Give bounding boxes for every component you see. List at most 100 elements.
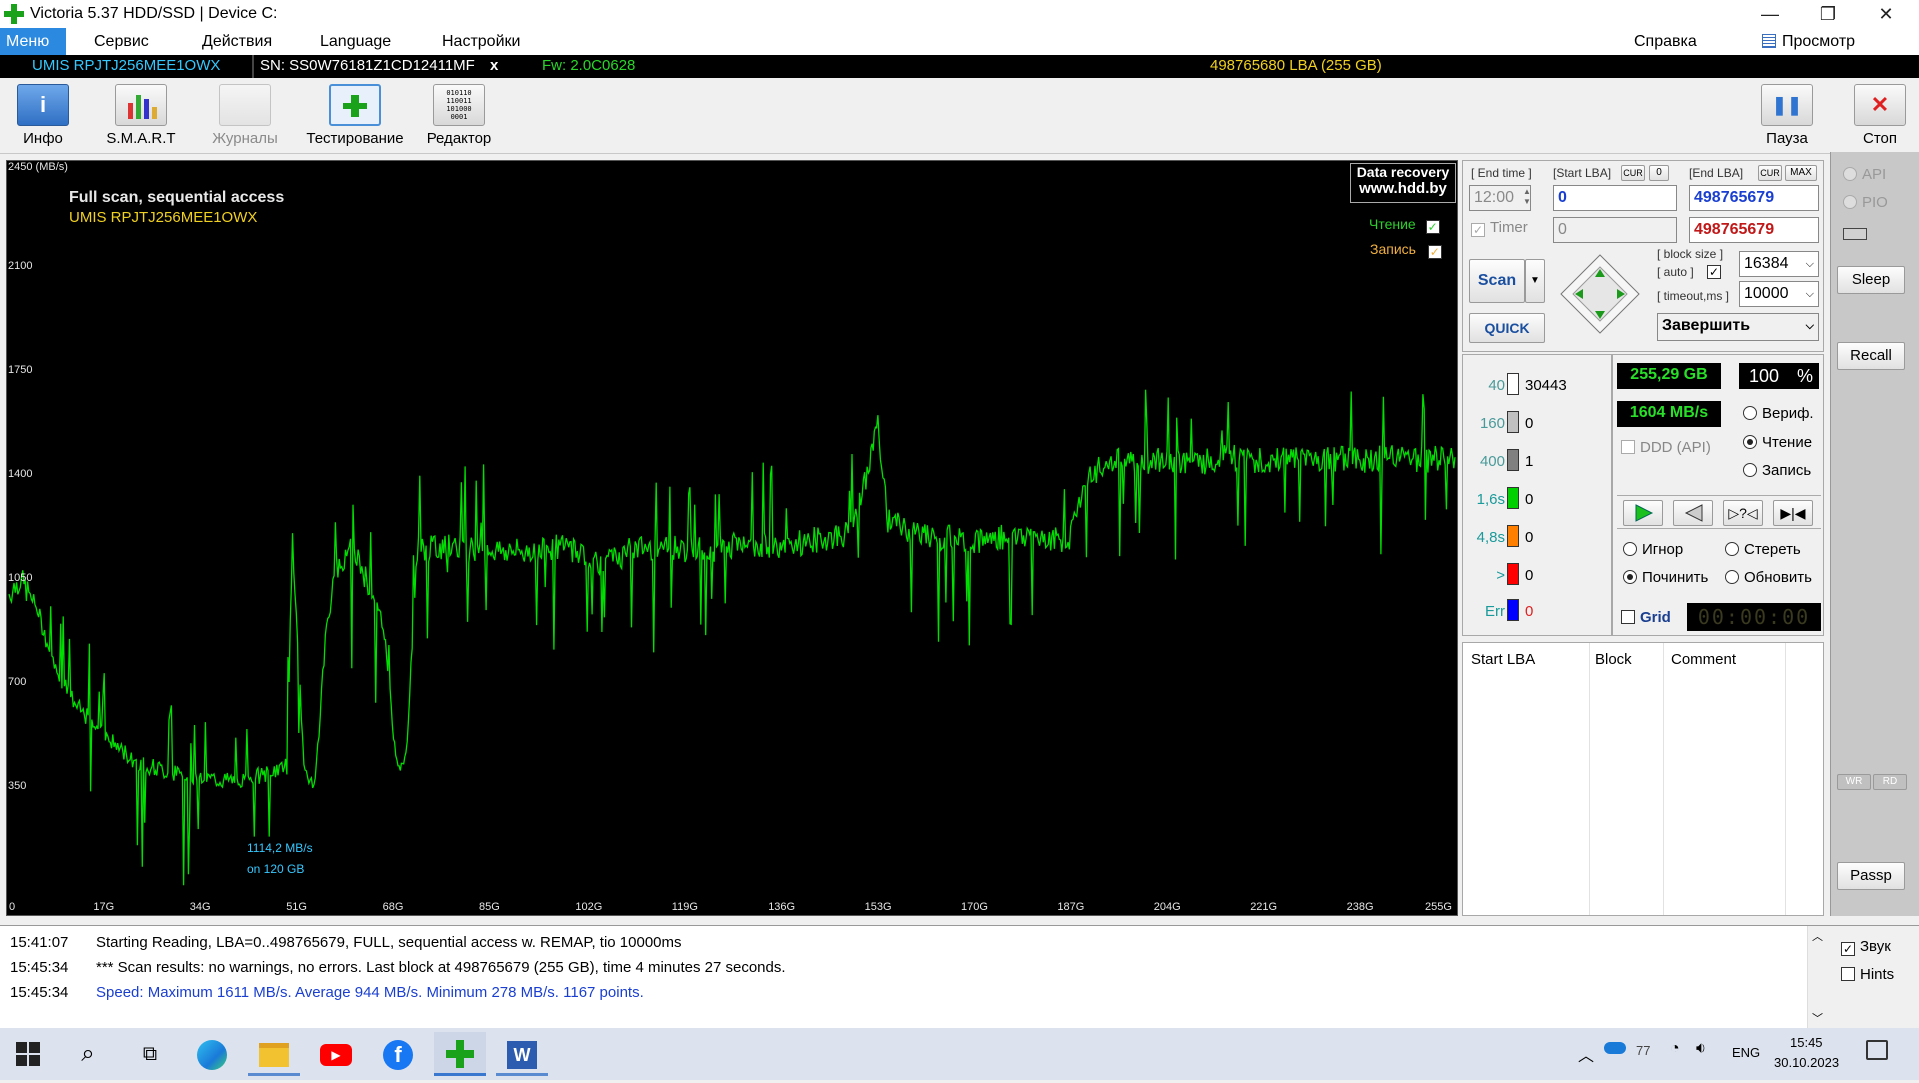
- volume-icon[interactable]: 🔉︎: [1696, 1040, 1706, 1058]
- rd-button[interactable]: RD: [1873, 774, 1907, 790]
- menu-actions[interactable]: Действия: [196, 28, 278, 55]
- table-header-block[interactable]: Block: [1595, 651, 1632, 668]
- start-lba-zero-button[interactable]: 0: [1649, 165, 1669, 181]
- wr-button[interactable]: WR: [1837, 774, 1871, 790]
- temperature-text[interactable]: 77: [1636, 1043, 1650, 1058]
- clipboard-view-button[interactable]: Просмотр буфера: [1776, 28, 1919, 77]
- task-view-icon[interactable]: ⧉: [124, 1032, 176, 1076]
- search-icon[interactable]: ⌕: [62, 1032, 114, 1076]
- read-legend[interactable]: Чтение ✓: [1369, 216, 1445, 234]
- grid-check-box[interactable]: [1621, 610, 1635, 624]
- finish-action-select[interactable]: Завершить ⌵: [1657, 313, 1819, 341]
- timeout-select[interactable]: 10000 ⌵: [1739, 281, 1819, 307]
- refresh-radio[interactable]: Обновить: [1725, 569, 1812, 586]
- menu-settings[interactable]: Настройки: [436, 28, 526, 55]
- end-time-spinner[interactable]: ▲ ▼: [1523, 187, 1535, 209]
- grid-checkbox[interactable]: Grid: [1621, 609, 1671, 626]
- onedrive-icon[interactable]: [1604, 1042, 1626, 1054]
- hints-checkbox[interactable]: Hints: [1841, 966, 1894, 983]
- write-radio[interactable]: Запись: [1743, 462, 1811, 479]
- start-lba-cur-button[interactable]: CUR: [1621, 165, 1645, 181]
- clock-date[interactable]: 30.10.2023: [1774, 1055, 1839, 1070]
- table-header-comment[interactable]: Comment: [1671, 651, 1736, 668]
- scan-button[interactable]: Scan: [1469, 259, 1525, 303]
- maximize-button[interactable]: ❐: [1799, 0, 1857, 28]
- info-tool-button[interactable]: i Инфо: [0, 84, 86, 152]
- repair-radio-dot[interactable]: [1623, 570, 1637, 584]
- write-legend[interactable]: Запись ✓: [1370, 241, 1447, 259]
- quick-button[interactable]: QUICK: [1469, 313, 1545, 343]
- device-model[interactable]: UMIS RPJTJ256MEE1OWX: [32, 55, 220, 77]
- passp-button[interactable]: Passp: [1837, 862, 1905, 890]
- sleep-button[interactable]: Sleep: [1837, 266, 1905, 294]
- end-lba-max-button[interactable]: MAX: [1785, 165, 1817, 181]
- random-seek-icon[interactable]: ▷?◁: [1723, 500, 1763, 526]
- ddd-api-checkbox[interactable]: DDD (API): [1621, 439, 1711, 456]
- network-icon[interactable]: ◔: [1670, 1040, 1680, 1058]
- verify-radio-dot[interactable]: [1743, 406, 1757, 420]
- end-lba-input[interactable]: 498765679: [1689, 185, 1819, 211]
- pio-radio[interactable]: PIO: [1843, 194, 1888, 211]
- repair-radio[interactable]: Починить: [1623, 569, 1708, 586]
- log-scrollbar[interactable]: ︿ ﹀: [1807, 926, 1827, 1028]
- facebook-icon[interactable]: f: [372, 1032, 424, 1076]
- timer-check-box[interactable]: ✓: [1471, 223, 1485, 237]
- menu-service[interactable]: Сервис: [88, 28, 155, 55]
- sound-checkbox[interactable]: ✓ Звук: [1841, 938, 1891, 956]
- language-indicator[interactable]: ENG: [1732, 1045, 1760, 1060]
- youtube-icon[interactable]: ▶: [310, 1032, 362, 1076]
- event-log[interactable]: 15:41:07 Starting Reading, LBA=0..4987656…: [0, 925, 1827, 1028]
- auto-checkbox[interactable]: ✓: [1707, 265, 1721, 279]
- notifications-icon[interactable]: [1866, 1040, 1888, 1060]
- read-legend-checkbox[interactable]: ✓: [1425, 220, 1440, 234]
- verify-radio[interactable]: Вериф.: [1743, 405, 1814, 422]
- start-lba-input[interactable]: 0: [1553, 185, 1677, 211]
- erase-radio-dot[interactable]: [1725, 542, 1739, 556]
- defects-table[interactable]: Start LBA Block Comment: [1462, 642, 1824, 916]
- menu-main[interactable]: Меню: [0, 28, 66, 55]
- api-radio[interactable]: API: [1843, 166, 1886, 183]
- windows-start-icon[interactable]: [2, 1032, 54, 1076]
- pause-button[interactable]: ❚❚ Пауза: [1742, 84, 1832, 152]
- edge-browser-icon[interactable]: [186, 1032, 238, 1076]
- butterfly-icon[interactable]: ▶|◀: [1773, 500, 1813, 526]
- timer-checkbox[interactable]: ✓ Timer: [1471, 219, 1528, 237]
- pio-radio-dot[interactable]: [1843, 195, 1857, 209]
- navigation-pad[interactable]: [1559, 253, 1641, 335]
- file-explorer-icon[interactable]: [248, 1032, 300, 1076]
- scan-dropdown-button[interactable]: ▼: [1525, 259, 1545, 303]
- end-lba-cur-button[interactable]: CUR: [1758, 165, 1782, 181]
- scroll-down-icon[interactable]: ﹀: [1812, 1010, 1823, 1026]
- erase-radio[interactable]: Стереть: [1725, 541, 1801, 558]
- write-legend-checkbox[interactable]: ✓: [1427, 245, 1442, 259]
- tray-chevron-icon[interactable]: ︿: [1578, 1042, 1594, 1066]
- api-radio-dot[interactable]: [1843, 167, 1857, 181]
- stop-button[interactable]: ✕ Стоп: [1836, 84, 1919, 152]
- editor-tool-button[interactable]: 010110 110011 101000 0001 Редактор: [416, 84, 502, 152]
- scroll-up-icon[interactable]: ︿: [1812, 928, 1823, 944]
- sound-check-box[interactable]: ✓: [1841, 942, 1855, 956]
- testing-tool-button[interactable]: Тестирование: [302, 84, 408, 152]
- clock-time[interactable]: 15:45: [1790, 1035, 1823, 1050]
- device-close-x[interactable]: x: [490, 55, 498, 77]
- speed-graph[interactable]: 2450 (MB/s) Full scan, sequential access…: [6, 160, 1458, 916]
- victoria-app-icon[interactable]: [434, 1032, 486, 1076]
- timer-value-input[interactable]: 0: [1553, 217, 1677, 243]
- end-time-input[interactable]: 12:00: [1469, 185, 1531, 211]
- play-backward-icon[interactable]: [1673, 500, 1713, 526]
- table-header-start-lba[interactable]: Start LBA: [1471, 651, 1535, 668]
- close-window-button[interactable]: ✕: [1857, 0, 1915, 28]
- menu-language[interactable]: Language: [314, 28, 397, 55]
- ignore-radio-dot[interactable]: [1623, 542, 1637, 556]
- word-icon[interactable]: W: [496, 1032, 548, 1076]
- block-size-select[interactable]: 16384 ⌵: [1739, 251, 1819, 277]
- write-radio-dot[interactable]: [1743, 463, 1757, 477]
- play-icon[interactable]: [1623, 500, 1663, 526]
- refresh-radio-dot[interactable]: [1725, 570, 1739, 584]
- menu-help[interactable]: Справка: [1628, 28, 1703, 55]
- journals-tool-button[interactable]: Журналы: [202, 84, 288, 152]
- hints-check-box[interactable]: [1841, 967, 1855, 981]
- read-radio[interactable]: Чтение: [1743, 434, 1812, 451]
- read-radio-dot[interactable]: [1743, 435, 1757, 449]
- recall-button[interactable]: Recall: [1837, 342, 1905, 370]
